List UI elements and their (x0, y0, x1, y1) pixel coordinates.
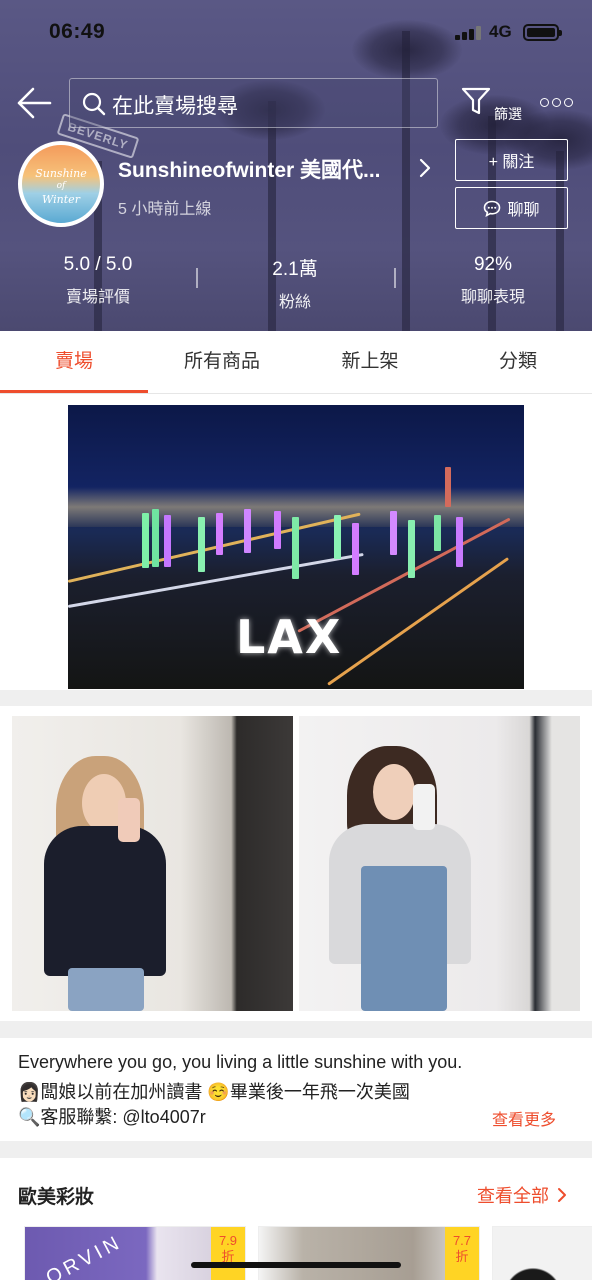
stat-chat-performance[interactable]: 92% 聊聊表現 (423, 254, 563, 307)
status-bar: 06:49 4G (0, 18, 592, 48)
see-all-link[interactable]: 查看全部 (477, 1182, 568, 1208)
shop-photo-left[interactable] (12, 716, 293, 1011)
shop-avatar[interactable]: Sunshine of Winter (18, 141, 104, 227)
stat-label: 賣場評價 (65, 289, 130, 306)
chat-bubble-icon (484, 200, 501, 217)
follow-button[interactable]: + 關注 (455, 139, 568, 181)
signal-icon (455, 26, 481, 40)
photo-row (0, 706, 592, 1021)
stat-divider (196, 268, 198, 288)
banner-section: LAX (0, 394, 592, 690)
stat-value: 5.0 / 5.0 (63, 254, 133, 275)
light-pylon (456, 517, 463, 567)
search-icon (82, 92, 106, 116)
shop-photo-right[interactable] (299, 716, 580, 1011)
light-pylon (292, 517, 299, 579)
light-pylon (352, 523, 359, 575)
description-line: 👩🏻闆娘以前在加州讀書 ☺️畢業後一年飛一次美國 (18, 1082, 410, 1102)
road-light-trail (68, 552, 364, 608)
product-card[interactable]: 7.7 折 (258, 1226, 480, 1280)
light-pylon (164, 515, 171, 567)
airport-tower (445, 467, 451, 507)
search-placeholder: 在此賣場搜尋 (112, 95, 238, 118)
product-brand-text: ORVIN (42, 1230, 127, 1280)
see-all-label: 查看全部 (477, 1186, 549, 1206)
avatar-text-3: Winter (42, 193, 80, 206)
battery-icon (523, 24, 562, 41)
discount-value: 7.9 (218, 1233, 238, 1248)
photo-figure-sweater (44, 826, 166, 976)
filter-button[interactable]: 篩選 (458, 84, 524, 124)
stat-rating[interactable]: 5.0 / 5.0 賣場評價 (28, 254, 168, 307)
follow-label: + 關注 (488, 154, 535, 171)
light-pylon (244, 509, 251, 553)
tab-all-products[interactable]: 所有商品 (148, 331, 296, 393)
light-pylon (434, 515, 441, 551)
description-line: 🔍客服聯繫: @lto4007r (18, 1107, 206, 1127)
product-card[interactable]: ORVIN 7.9 折 (24, 1226, 246, 1280)
stat-divider (394, 268, 396, 288)
filter-icon (461, 87, 491, 115)
lax-sign: LAX (236, 610, 343, 664)
category-title: 歐美彩妝 (18, 1187, 95, 1208)
more-options-icon[interactable] (540, 93, 574, 113)
shop-stats: 5.0 / 5.0 賣場評價 2.1萬 粉絲 92% 聊聊表現 (0, 254, 592, 312)
home-indicator (191, 1262, 401, 1268)
stat-label: 粉絲 (278, 294, 311, 311)
see-more-link[interactable]: 查看更多 (492, 1106, 556, 1130)
photo-figure-face (373, 764, 415, 820)
light-pylon (152, 509, 159, 567)
shop-search-input[interactable]: 在此賣場搜尋 (69, 78, 438, 128)
light-pylon (142, 513, 149, 568)
tab-new-arrivals[interactable]: 新上架 (296, 331, 444, 393)
shop-banner-image[interactable]: LAX (68, 405, 524, 689)
stat-followers[interactable]: 2.1萬 粉絲 (225, 254, 365, 312)
stat-value: 92% (473, 254, 513, 275)
network-type: 4G (489, 22, 512, 41)
stat-value: 2.1萬 (272, 259, 318, 280)
photo-phone (118, 798, 140, 842)
tab-categories[interactable]: 分類 (444, 331, 592, 393)
back-arrow-icon[interactable] (16, 86, 52, 120)
status-time: 06:49 (49, 20, 106, 43)
active-tab-indicator (0, 390, 148, 393)
discount-badge: 7.9 折 (211, 1227, 245, 1280)
light-pylon (334, 515, 341, 559)
light-pylon (216, 513, 223, 555)
stat-label: 聊聊表現 (460, 289, 525, 306)
shop-header: BEVERLY 06:49 4G 在此賣場搜尋 篩選 Sunshine of W… (0, 0, 592, 331)
shop-tabs: 賣場 所有商品 新上架 分類 (0, 331, 592, 394)
photo-figure-overalls (361, 866, 447, 1011)
light-pylon (274, 511, 281, 549)
discount-badge: 7.7 折 (445, 1227, 479, 1280)
chat-button[interactable]: 聊聊 (455, 187, 568, 229)
shop-name[interactable]: Sunshineofwinter 美國代... (118, 154, 381, 184)
light-pylon (408, 520, 415, 578)
road-light-trail (327, 557, 510, 686)
avatar-text-1: Sunshine (35, 167, 87, 180)
light-pylon (198, 517, 205, 572)
discount-unit: 折 (455, 1249, 469, 1264)
avatar-text-2: of (56, 181, 66, 191)
discount-value: 7.7 (452, 1233, 472, 1248)
photo-figure-jeans (68, 968, 144, 1011)
chat-label: 聊聊 (507, 202, 540, 219)
last-online-status: 5 小時前上線 (118, 201, 212, 218)
product-card[interactable] (492, 1226, 592, 1280)
chevron-right-icon (558, 1188, 567, 1202)
photo-phone (413, 784, 435, 830)
light-pylon (390, 511, 397, 555)
filter-label: 篩選 (494, 106, 522, 122)
tab-shop[interactable]: 賣場 (0, 331, 148, 393)
description-line: Everywhere you go, you living a little s… (18, 1052, 463, 1072)
shop-description: Everywhere you go, you living a little s… (0, 1038, 592, 1141)
chevron-right-icon[interactable] (418, 157, 432, 179)
